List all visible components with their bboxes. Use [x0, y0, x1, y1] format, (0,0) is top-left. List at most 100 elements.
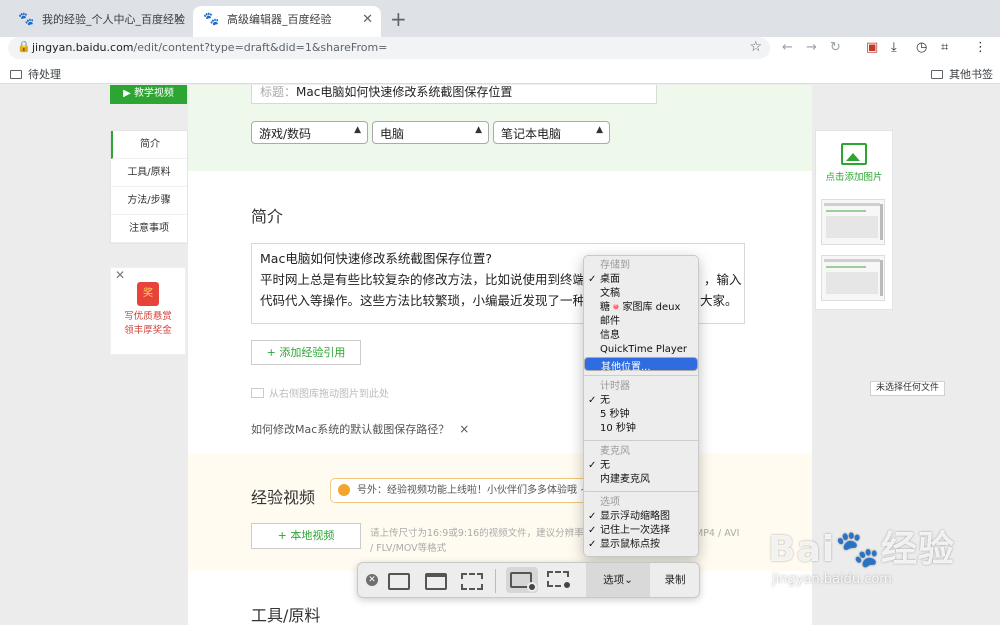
address-bar[interactable]: 🔒 jingyan.baidu.com/edit/content?type=dr… [8, 37, 770, 59]
menu-item-timer-none[interactable]: ✓ 无 [584, 394, 698, 408]
menu-item-label: 邮件 [600, 316, 620, 327]
menu-item-quicktime[interactable]: QuickTime Player [584, 343, 698, 357]
close-tab-icon[interactable]: ✕ [362, 6, 373, 34]
crop-icon[interactable]: ⌗ [941, 39, 948, 57]
menu-item-documents[interactable]: 文稿 [584, 287, 698, 301]
nav-item-steps[interactable]: 方法/步骤 [111, 187, 187, 215]
menu-item-timer-5s[interactable]: 5 秒钟 [584, 408, 698, 422]
menu-item-messages[interactable]: 信息 [584, 329, 698, 343]
menu-item-remember-last[interactable]: ✓ 记住上一次选择 [584, 524, 698, 538]
image-thumbnail[interactable] [821, 255, 885, 301]
menu-item-label: 信息 [600, 330, 620, 341]
video-tip-text: 号外：经验视频功能上线啦！小伙伴们多多体验哦 ~ [357, 485, 589, 496]
capture-options-menu: 存储到 ✓ 桌面 文稿 糖🍬家图库 deux 邮件 信息 QuickTime Pl… [583, 255, 699, 557]
folder-icon [10, 70, 22, 79]
menu-item-show-clicks[interactable]: ✓ 显示鼠标点按 [584, 538, 698, 552]
menu-item-label: QuickTime Player [600, 344, 688, 355]
title-label: 标题： [260, 85, 297, 99]
url-host: jingyan.baidu.com [32, 41, 134, 54]
add-image-label: 点击添加图片 [825, 172, 883, 183]
reward-promo[interactable]: ✕ 奖 写优质悬赏 领丰厚奖金 [110, 267, 186, 355]
add-image-button[interactable]: 点击添加图片 [816, 131, 892, 191]
new-tab-button[interactable]: + [390, 7, 407, 31]
download-icon[interactable]: ⤓ [891, 39, 897, 57]
browser-toolbar: 🔒 jingyan.baidu.com/edit/content?type=dr… [0, 37, 1000, 63]
close-icon[interactable]: ✕ [115, 268, 125, 282]
play-icon: ▶ [123, 88, 134, 99]
red-envelope-icon: 奖 [137, 282, 159, 306]
intro-line-3-end: 大家。 [700, 293, 738, 308]
select-arrows-icon: ▲ [354, 125, 361, 135]
menu-separator [584, 491, 698, 492]
close-tab-icon[interactable]: ✕ [173, 6, 184, 34]
video-note-end: MP4 / AVI [695, 528, 740, 539]
question-text[interactable]: 如何修改Mac系统的默认截图保存路径？ [251, 423, 449, 436]
checkmark-icon: ✓ [588, 274, 597, 285]
options-button[interactable]: 选项⌄ [586, 563, 650, 597]
menu-item-desktop[interactable]: ✓ 桌面 [584, 273, 698, 287]
menu-item-label: 糖🍬家图库 deux [600, 302, 681, 313]
record-selection-icon[interactable] [547, 569, 573, 591]
add-reference-button[interactable]: + 添加经验引用 [251, 340, 361, 365]
category-select-3[interactable]: 笔记本电脑 ▲ [493, 121, 610, 144]
tab-advanced-editor[interactable]: 🐾 高级编辑器_百度经验 ✕ [193, 6, 381, 37]
menu-item-floating-thumbnail[interactable]: ✓ 显示浮动缩略图 [584, 510, 698, 524]
video-heading: 经验视频 [251, 488, 316, 507]
baidu-paw-icon: 🐾 [18, 12, 35, 27]
select-value: 游戏/数码 [259, 127, 312, 141]
file-input-tooltip: 未选择任何文件 [870, 381, 946, 396]
tab-my-experience[interactable]: 🐾 我的经验_个人中心_百度经验 ✕ [8, 6, 192, 37]
menu-header-timer: 计时器 [600, 381, 630, 392]
menu-item-mic-none[interactable]: ✓ 无 [584, 459, 698, 473]
capture-window-icon[interactable] [425, 573, 447, 590]
video-tip: 号外：经验视频功能上线啦！小伙伴们多多体验哦 ~ [330, 478, 599, 503]
nav-item-notes[interactable]: 注意事项 [111, 215, 187, 243]
menu-item-other-location[interactable]: 其他位置... [584, 357, 698, 373]
extension-icon[interactable]: ▣ [866, 39, 878, 57]
teach-video-button[interactable]: ▶ 教学视频 [110, 85, 187, 104]
category-select-1[interactable]: 游戏/数码 ▲ [251, 121, 368, 144]
menu-item-label: 10 秒钟 [600, 423, 636, 434]
title-area: 标题：Mac电脑如何快速修改系统截图保存位置 游戏/数码 ▲ 电脑 ▲ 笔记本电脑 ▲ [188, 85, 812, 171]
forward-arrow-icon[interactable]: → [806, 39, 817, 57]
browser-tab-strip: 🐾 我的经验_个人中心_百度经验 ✕ 🐾 高级编辑器_百度经验 ✕ + [0, 0, 1000, 37]
checkmark-icon: ✓ [588, 539, 597, 550]
menu-item-label: 记住上一次选择 [600, 525, 670, 536]
menu-item-photo-library[interactable]: 糖🍬家图库 deux [584, 301, 698, 315]
record-button[interactable]: 录制 [650, 563, 700, 597]
menu-item-label: 文稿 [600, 288, 620, 299]
record-entire-screen-icon[interactable] [506, 567, 538, 593]
url-path: /edit/content?type=draft&did=1&shareFrom… [133, 41, 388, 54]
menu-item-timer-10s[interactable]: 10 秒钟 [584, 422, 698, 436]
folder-icon [931, 70, 943, 79]
nav-item-tools[interactable]: 工具/原料 [111, 159, 187, 187]
remove-question-icon[interactable]: × [459, 422, 469, 436]
checkmark-icon: ✓ [588, 460, 597, 471]
category-select-2[interactable]: 电脑 ▲ [372, 121, 489, 144]
menu-item-mic-builtin[interactable]: 内建麦克风 [584, 473, 698, 487]
capture-selection-icon[interactable] [461, 573, 483, 590]
bookmark-folder-other[interactable]: 其他书签 [931, 66, 993, 82]
capture-entire-screen-icon[interactable] [388, 573, 410, 590]
nav-item-intro[interactable]: 简介 [111, 131, 187, 159]
image-thumbnail[interactable] [821, 199, 885, 245]
menu-dots-icon[interactable]: ⋮ [974, 39, 987, 57]
bookmark-star-icon[interactable]: ☆ [749, 39, 762, 55]
video-section: 经验视频 号外：经验视频功能上线啦！小伙伴们多多体验哦 ~ + 本地视频 请上传… [188, 453, 812, 571]
intro-line-2-end: ，输入 [704, 272, 742, 287]
select-value: 电脑 [380, 127, 405, 141]
local-video-button[interactable]: + 本地视频 [251, 523, 361, 549]
promo-line-2: 领丰厚奖金 [124, 325, 172, 336]
back-arrow-icon[interactable]: ← [782, 39, 793, 57]
reload-icon[interactable]: ↻ [830, 39, 841, 57]
baidu-watermark: Bai🐾经验 jingyan.baidu.com [768, 520, 998, 610]
editor-main: 标题：Mac电脑如何快速修改系统截图保存位置 游戏/数码 ▲ 电脑 ▲ 笔记本电脑 ▲… [188, 85, 812, 625]
menu-item-mail[interactable]: 邮件 [584, 315, 698, 329]
history-icon[interactable]: ◷ [916, 39, 927, 57]
close-toolbar-icon[interactable]: ✕ [366, 574, 378, 586]
teach-video-label: 教学视频 [133, 88, 174, 99]
url-text: jingyan.baidu.com/edit/content?type=draf… [32, 41, 387, 54]
bookmark-folder-pending[interactable]: 待处理 [10, 66, 61, 82]
title-input[interactable]: 标题：Mac电脑如何快速修改系统截图保存位置 [251, 85, 657, 104]
menu-item-label: 无 [600, 460, 610, 471]
